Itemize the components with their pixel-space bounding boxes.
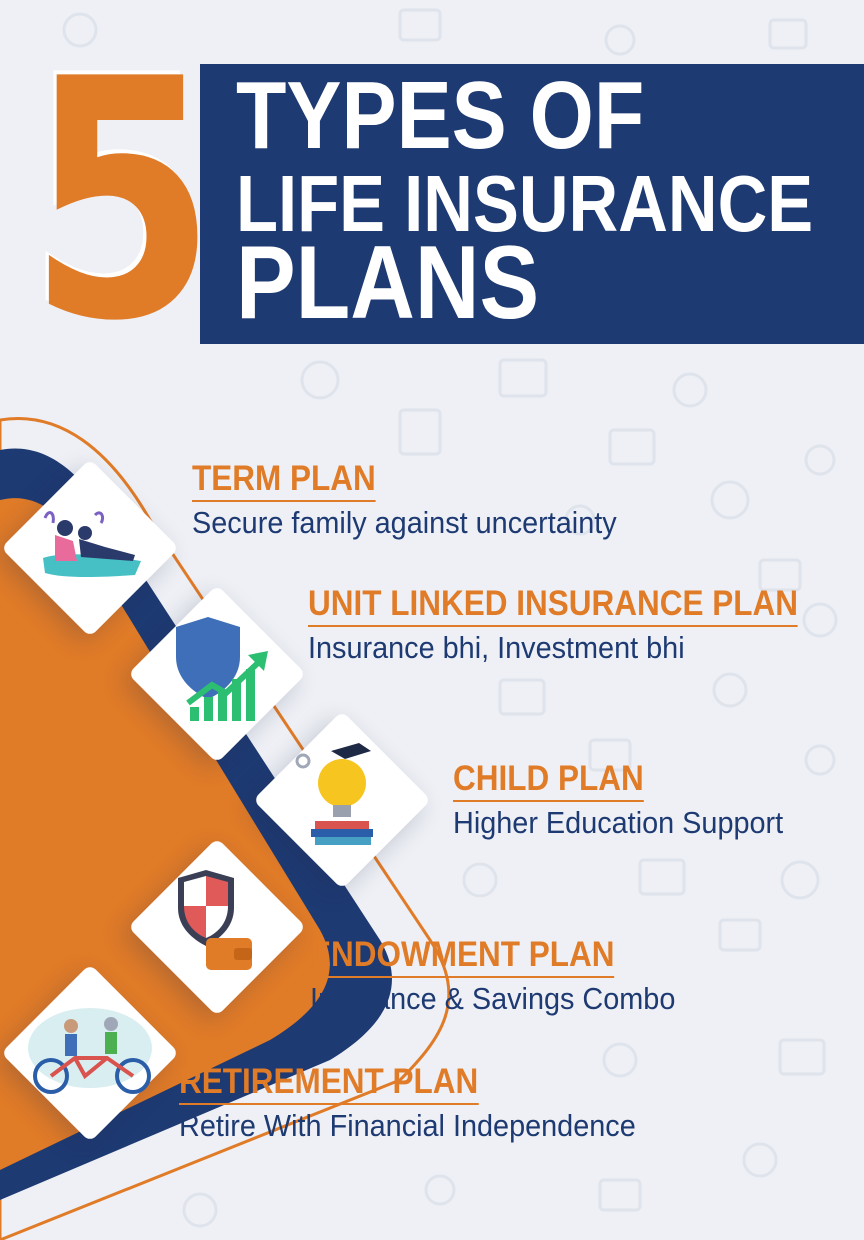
plan-title: CHILD PLAN [453,760,644,802]
plan-description: Higher Education Support [453,805,784,840]
plan-title: RETIREMENT PLAN [179,1063,479,1105]
plan-retirement: RETIREMENT PLAN Retire With Financial In… [179,1063,670,1145]
plan-endowment: ENDOWMENT PLAN Insurance & Savings Combo [310,936,703,1018]
plan-description: Secure family against uncertainty [192,505,617,540]
plan-child: CHILD PLAN Higher Education Support [453,760,808,842]
title-banner: TYPES OF LIFE INSURANCE PLANS [200,64,864,344]
tandem-bicycle-icon [15,978,165,1128]
title-line-1: TYPES OF [236,62,645,169]
plan-description: Retire With Financial Independence [179,1108,636,1143]
title-line-3: PLANS [236,225,540,341]
plan-title: UNIT LINKED INSURANCE PLAN [308,585,799,627]
big-number-five: 5 [28,9,217,393]
plan-term: TERM PLAN Secure family against uncertai… [192,460,649,542]
plan-description: Insurance bhi, Investment bhi [308,630,685,665]
plan-title: ENDOWMENT PLAN [310,936,615,978]
plan-description: Insurance & Savings Combo [310,981,676,1016]
plan-title: TERM PLAN [192,460,376,502]
plan-ulip: UNIT LINKED INSURANCE PLAN Insurance bhi… [308,585,852,667]
